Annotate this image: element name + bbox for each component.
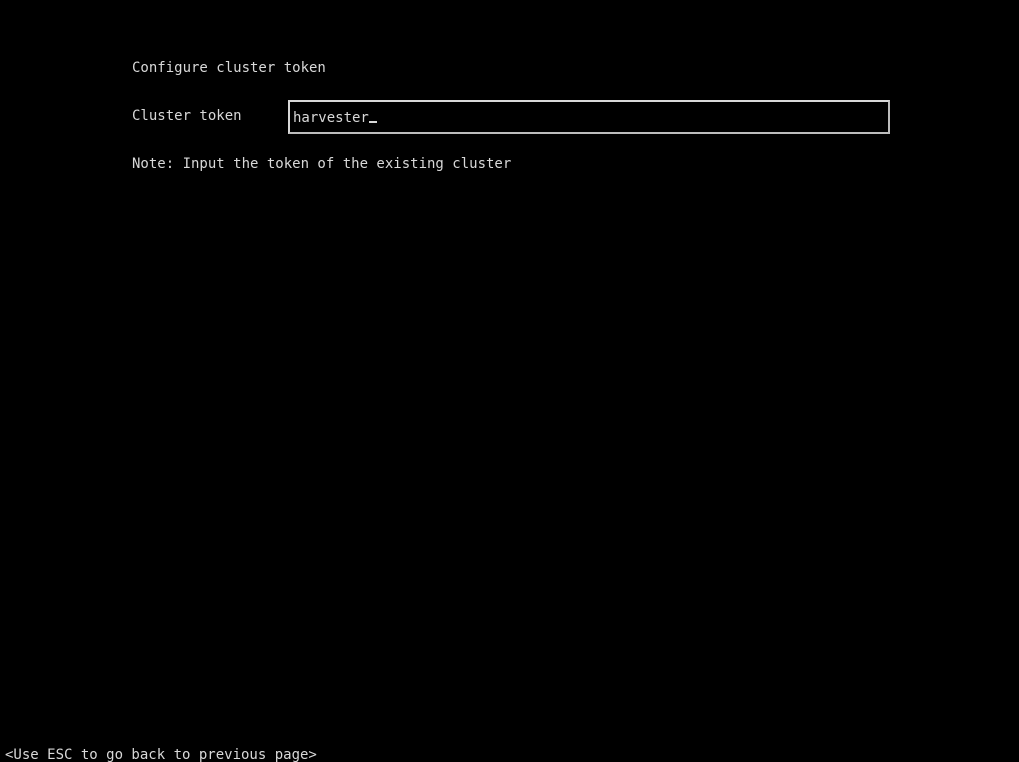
cluster-token-label: Cluster token bbox=[132, 108, 242, 124]
cluster-token-value-wrap: harvester bbox=[293, 109, 377, 127]
cluster-token-value: harvester bbox=[293, 110, 369, 126]
esc-back-hint: <Use ESC to go back to previous page> bbox=[5, 747, 317, 762]
page-title: Configure cluster token bbox=[132, 60, 326, 76]
text-cursor bbox=[368, 121, 377, 123]
cluster-token-input[interactable]: harvester bbox=[288, 100, 890, 134]
token-note: Note: Input the token of the existing cl… bbox=[132, 156, 512, 172]
